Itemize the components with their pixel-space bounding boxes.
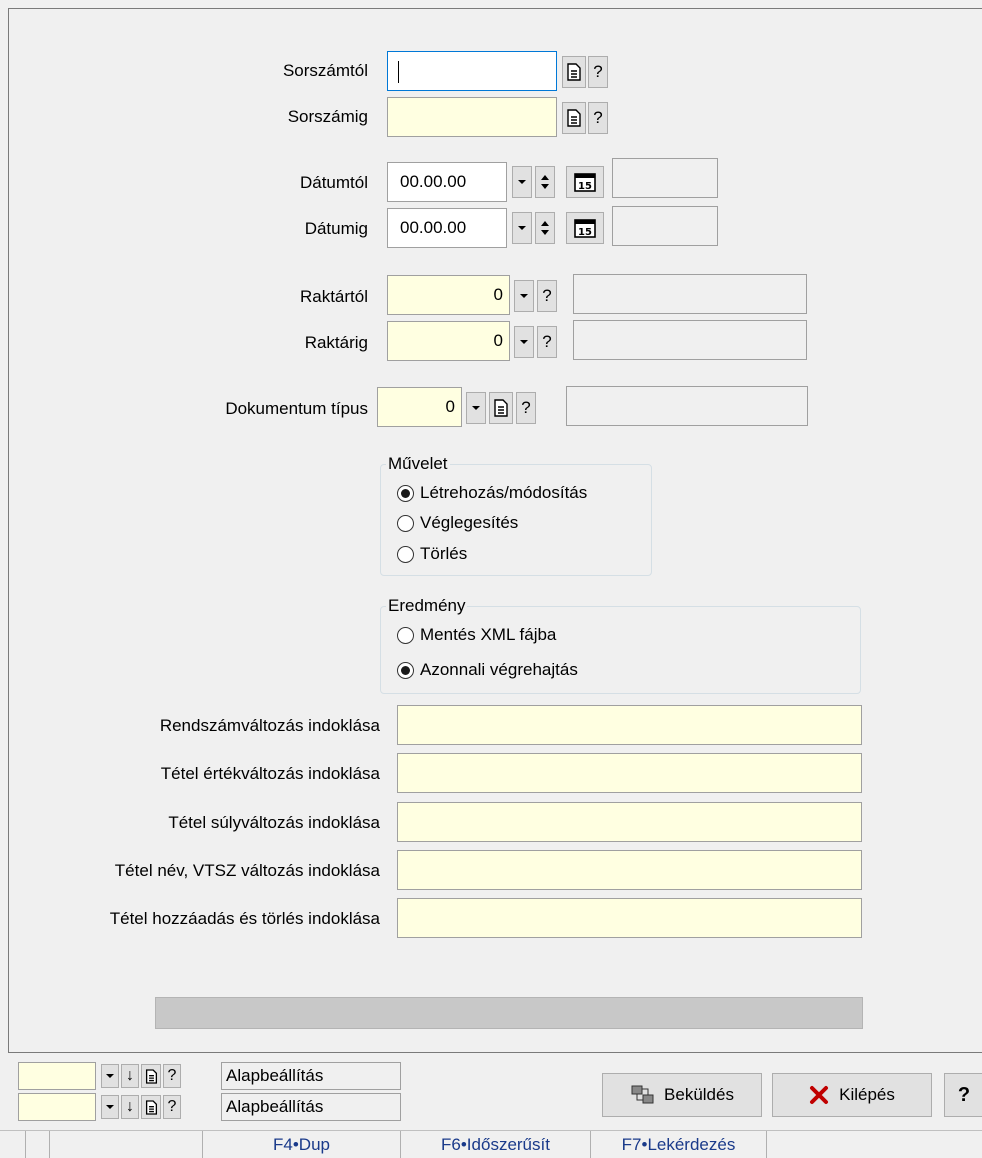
datumig-day-display — [612, 206, 718, 246]
help-button[interactable]: ? — [163, 1064, 181, 1088]
radio-indicator — [397, 484, 414, 502]
chevron-down-icon[interactable] — [514, 326, 534, 358]
submit-label: Beküldés — [664, 1085, 734, 1104]
raktarig-input[interactable]: 0 — [387, 321, 510, 361]
radio-indicator — [397, 661, 414, 679]
close-icon — [810, 1086, 829, 1104]
eredmeny-legend: Eredmény — [386, 596, 468, 616]
spin-icon[interactable] — [535, 212, 555, 244]
submit-button[interactable]: Beküldés — [602, 1073, 762, 1117]
status-cell-empty — [50, 1131, 203, 1158]
radio-indicator — [397, 514, 414, 532]
spin-icon[interactable] — [535, 166, 555, 198]
radio-veglegesites[interactable]: Véglegesítés — [397, 512, 518, 534]
raktartol-label: Raktártól — [299, 287, 368, 306]
arrow-down-icon[interactable]: ↓ — [121, 1064, 139, 1088]
radio-torles[interactable]: Törlés — [397, 543, 467, 565]
status-f4-dup[interactable]: F4•Dup — [203, 1131, 401, 1158]
dokumentum-tipus-label: Dokumentum típus — [225, 399, 368, 418]
preset-input-2[interactable] — [18, 1093, 96, 1121]
datumtol-input[interactable]: 00.00.00 — [387, 162, 507, 202]
exit-label: Kilépés — [839, 1085, 895, 1104]
radio-label: Azonnali végrehajtás — [420, 660, 578, 679]
svg-text:15: 15 — [578, 181, 592, 192]
help-button[interactable]: ? — [516, 392, 536, 424]
raktartol-input[interactable]: 0 — [387, 275, 510, 315]
status-bar: F4•Dup F6•Időszerűsít F7•Lekérdezés — [0, 1130, 982, 1158]
raktarig-label: Raktárig — [304, 333, 368, 352]
radio-label: Létrehozás/módosítás — [420, 483, 588, 502]
radio-label: Véglegesítés — [420, 513, 519, 532]
status-f6-idoszerusit[interactable]: F6•Időszerűsít — [401, 1131, 591, 1158]
dokumentum-tipus-name-display — [566, 386, 808, 426]
help-button[interactable]: ? — [588, 102, 608, 134]
tetel-nev-vtsz-input[interactable] — [397, 850, 862, 890]
progress-bar — [155, 997, 863, 1029]
arrow-down-icon[interactable]: ↓ — [121, 1095, 139, 1119]
exit-button[interactable]: Kilépés — [772, 1073, 932, 1117]
sorszamtol-label: Sorszámtól — [282, 61, 368, 80]
document-icon[interactable] — [141, 1064, 161, 1088]
preset-name-2: Alapbeállítás — [221, 1093, 401, 1121]
dokumentum-tipus-input[interactable]: 0 — [377, 387, 462, 427]
radio-label: Mentés XML fájba — [420, 625, 557, 644]
tetel-hozzaadas-torles-input[interactable] — [397, 898, 862, 938]
datumig-label: Dátumig — [304, 219, 368, 238]
chevron-down-icon[interactable] — [514, 280, 534, 312]
rendszamvaltozas-label: Rendszámváltozás indoklása — [159, 716, 380, 735]
chevron-down-icon[interactable] — [512, 212, 532, 244]
datumtol-day-display — [612, 158, 718, 198]
document-icon[interactable] — [489, 392, 513, 424]
help-main-button[interactable]: ? — [944, 1073, 982, 1117]
preset-input-1[interactable] — [18, 1062, 96, 1090]
radio-label: Törlés — [420, 544, 468, 563]
sorszamig-label: Sorszámig — [287, 107, 368, 126]
svg-text:15: 15 — [578, 227, 592, 238]
status-f7-lekerdezes[interactable]: F7•Lekérdezés — [591, 1131, 767, 1158]
help-button[interactable]: ? — [588, 56, 608, 88]
calendar-icon[interactable]: 15 — [566, 212, 604, 244]
help-button[interactable]: ? — [537, 326, 557, 358]
chevron-down-icon[interactable] — [101, 1064, 119, 1088]
help-button[interactable]: ? — [163, 1095, 181, 1119]
radio-indicator — [397, 545, 414, 563]
datumtol-label: Dátumtól — [299, 173, 368, 192]
calendar-icon[interactable]: 15 — [566, 166, 604, 198]
chevron-down-icon[interactable] — [101, 1095, 119, 1119]
help-button[interactable]: ? — [537, 280, 557, 312]
radio-azonnali[interactable]: Azonnali végrehajtás — [397, 659, 578, 681]
radio-indicator — [397, 626, 414, 644]
tetel-ertekvaltozas-label: Tétel értékváltozás indoklása — [160, 764, 380, 783]
document-icon[interactable] — [562, 102, 586, 134]
chevron-down-icon[interactable] — [512, 166, 532, 198]
preset-name-1: Alapbeállítás — [221, 1062, 401, 1090]
tetel-ertekvaltozas-input[interactable] — [397, 753, 862, 793]
document-icon[interactable] — [562, 56, 586, 88]
tetel-sulyvaltozas-label: Tétel súlyváltozás indoklása — [168, 813, 380, 832]
submit-icon — [631, 1085, 654, 1104]
tetel-nev-vtsz-label: Tétel név, VTSZ változás indoklása — [114, 861, 380, 880]
chevron-down-icon[interactable] — [466, 392, 486, 424]
sorszamig-input[interactable] — [387, 97, 557, 137]
status-cell-blank — [25, 1131, 50, 1158]
rendszamvaltozas-input[interactable] — [397, 705, 862, 745]
sorszamtol-input[interactable] — [387, 51, 557, 91]
tetel-sulyvaltozas-input[interactable] — [397, 802, 862, 842]
muvelet-legend: Művelet — [386, 454, 450, 474]
radio-mentes-xml[interactable]: Mentés XML fájba — [397, 624, 556, 646]
radio-letrehozas[interactable]: Létrehozás/módosítás — [397, 482, 587, 504]
raktarig-name-display — [573, 320, 807, 360]
datumig-input[interactable]: 00.00.00 — [387, 208, 507, 248]
raktartol-name-display — [573, 274, 807, 314]
tetel-hozzaadas-torles-label: Tétel hozzáadás és törlés indoklása — [109, 909, 380, 928]
document-icon[interactable] — [141, 1095, 161, 1119]
